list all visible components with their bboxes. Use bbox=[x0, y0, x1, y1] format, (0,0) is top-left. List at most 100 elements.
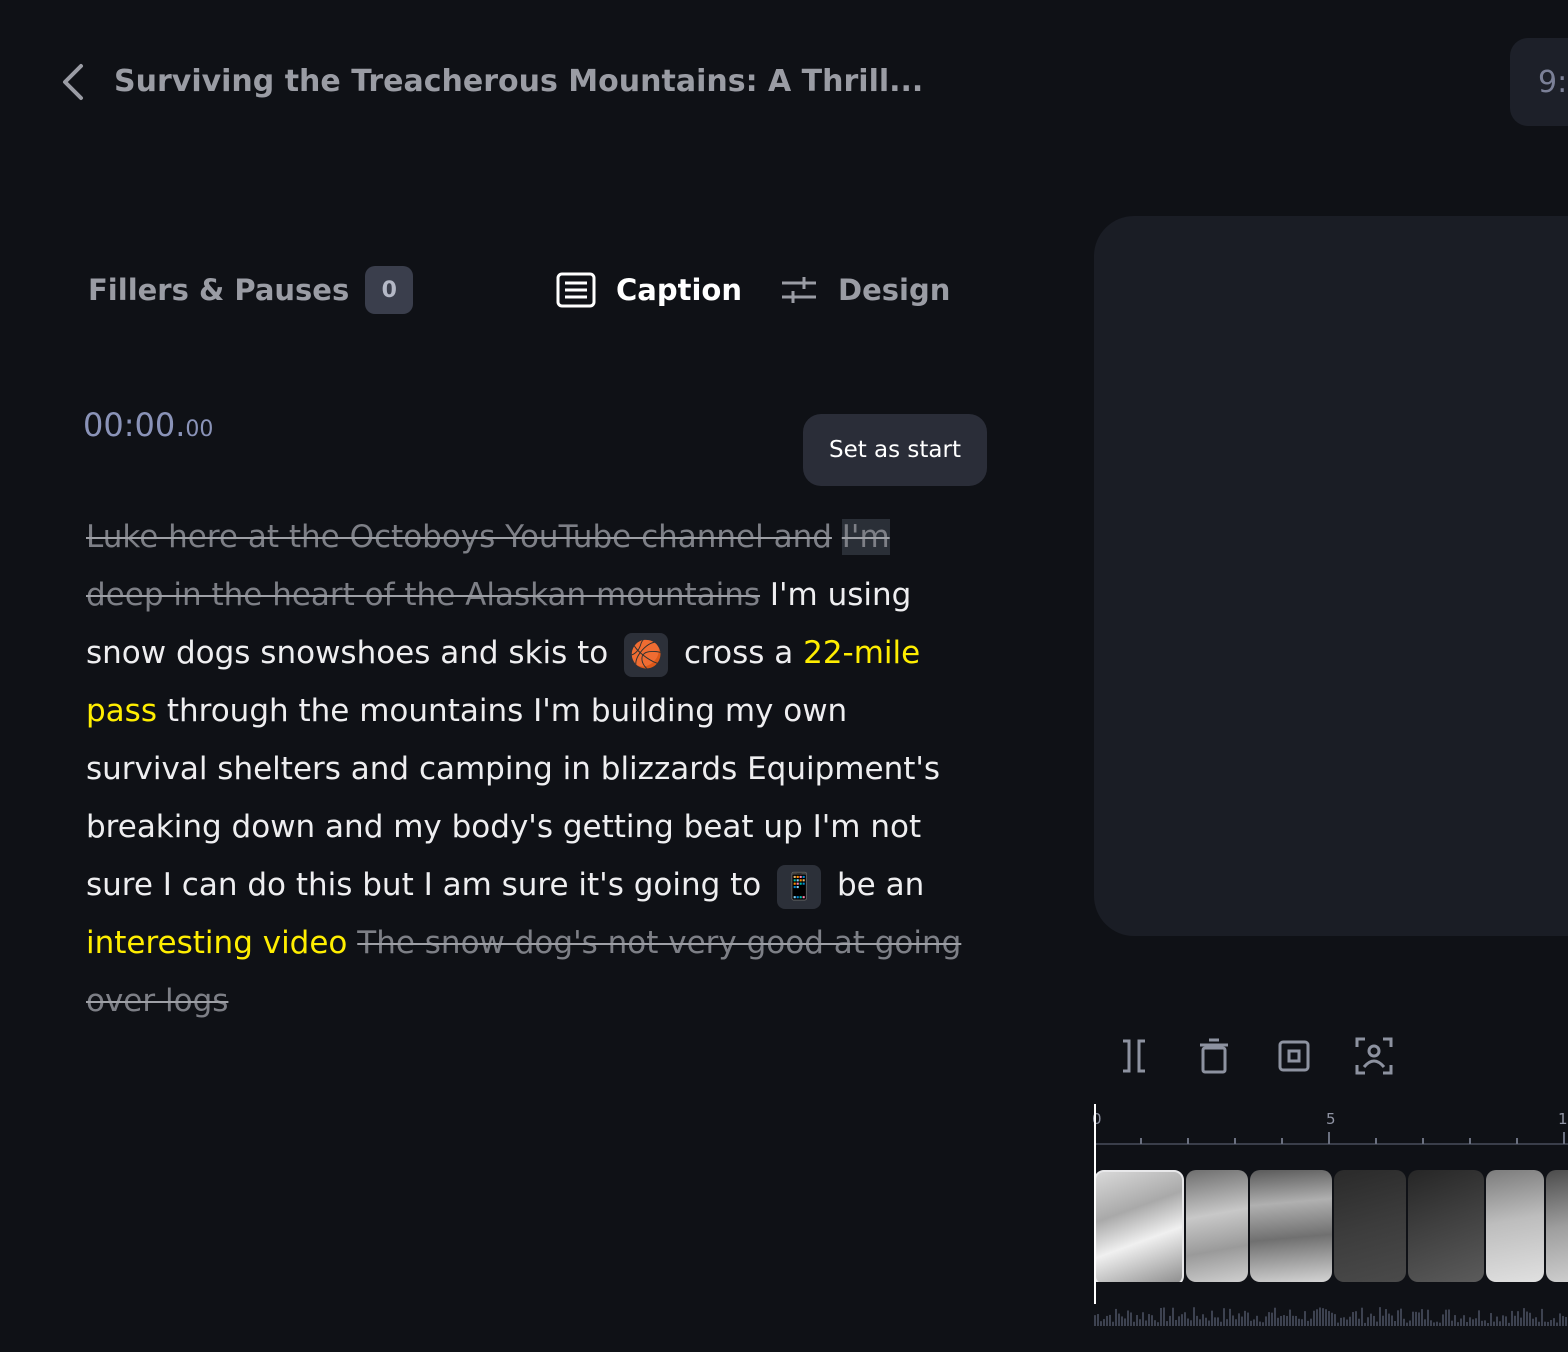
tab-caption[interactable]: Caption bbox=[556, 262, 742, 318]
waveform-bar bbox=[1484, 1320, 1486, 1326]
transcript-word-selected[interactable]: I'm bbox=[841, 519, 890, 555]
waveform-bar bbox=[1127, 1310, 1129, 1326]
waveform-bar bbox=[1247, 1312, 1249, 1326]
waveform-bar bbox=[1241, 1316, 1243, 1326]
phone-emoji-icon[interactable]: 📱 bbox=[777, 864, 822, 909]
crop-frame-icon bbox=[1278, 1040, 1310, 1072]
waveform-bar bbox=[1373, 1315, 1375, 1326]
waveform-bar bbox=[1106, 1315, 1108, 1326]
caption-icon bbox=[556, 272, 596, 308]
split-icon bbox=[1123, 1039, 1145, 1073]
delete-button[interactable] bbox=[1192, 1034, 1236, 1078]
waveform-bar bbox=[1118, 1313, 1120, 1326]
waveform-bar bbox=[1427, 1309, 1429, 1326]
waveform-bar bbox=[1190, 1320, 1192, 1326]
waveform-bar bbox=[1163, 1307, 1165, 1326]
transcript-segment[interactable]: Luke here at the Octoboys YouTube channe… bbox=[86, 519, 832, 555]
waveform-bar bbox=[1559, 1313, 1561, 1326]
back-button[interactable] bbox=[52, 60, 92, 104]
waveform-bar bbox=[1214, 1317, 1216, 1326]
waveform-bar bbox=[1493, 1321, 1495, 1326]
waveform-bar bbox=[1532, 1318, 1534, 1326]
basketball-emoji-icon[interactable]: 🏀 bbox=[624, 632, 669, 677]
waveform-bar bbox=[1322, 1308, 1324, 1326]
waveform-bar bbox=[1511, 1310, 1513, 1326]
waveform-bar bbox=[1391, 1315, 1393, 1326]
video-thumbnail[interactable] bbox=[1334, 1170, 1406, 1282]
video-thumbnail[interactable] bbox=[1250, 1170, 1332, 1282]
face-track-icon bbox=[1355, 1037, 1393, 1075]
waveform-bar bbox=[1334, 1314, 1336, 1326]
waveform-bar bbox=[1139, 1319, 1141, 1326]
video-preview[interactable] bbox=[1094, 216, 1568, 936]
ruler-label-10: 10 bbox=[1558, 1110, 1568, 1128]
waveform-bar bbox=[1487, 1322, 1489, 1326]
waveform-bar bbox=[1175, 1319, 1177, 1326]
transcript-segment[interactable]: cross a bbox=[684, 635, 793, 671]
waveform-bar bbox=[1439, 1322, 1441, 1326]
waveform-bar bbox=[1496, 1316, 1498, 1326]
waveform-bar bbox=[1196, 1315, 1198, 1326]
waveform-bar bbox=[1448, 1309, 1450, 1326]
waveform-bar bbox=[1244, 1310, 1246, 1326]
waveform-bar bbox=[1172, 1307, 1174, 1326]
waveform-bar bbox=[1565, 1316, 1567, 1326]
fillers-count-badge: 0 bbox=[365, 266, 414, 314]
crop-frame-button[interactable] bbox=[1272, 1034, 1316, 1078]
waveform-bar bbox=[1367, 1317, 1369, 1326]
waveform-bar bbox=[1508, 1322, 1510, 1326]
tab-fillers-pauses[interactable]: Fillers & Pauses 0 bbox=[88, 262, 414, 318]
video-thumbnail[interactable] bbox=[1546, 1170, 1568, 1282]
waveform-bar bbox=[1550, 1320, 1552, 1326]
waveform-bar bbox=[1178, 1316, 1180, 1326]
waveform-bar bbox=[1250, 1320, 1252, 1326]
waveform-bar bbox=[1289, 1309, 1291, 1326]
video-track[interactable] bbox=[1094, 1170, 1568, 1282]
waveform-bar bbox=[1094, 1315, 1096, 1326]
waveform-bar bbox=[1370, 1313, 1372, 1326]
video-thumbnail[interactable] bbox=[1408, 1170, 1484, 1282]
waveform-bar bbox=[1268, 1312, 1270, 1326]
waveform-bar bbox=[1394, 1320, 1396, 1326]
set-as-start-button[interactable]: Set as start bbox=[803, 414, 987, 486]
audio-waveform[interactable] bbox=[1094, 1298, 1568, 1328]
transcript-highlight[interactable]: interesting video bbox=[86, 925, 347, 961]
waveform-bar bbox=[1220, 1321, 1222, 1326]
waveform-bar bbox=[1316, 1309, 1318, 1326]
tab-design[interactable]: Design bbox=[780, 262, 950, 318]
waveform-bar bbox=[1307, 1320, 1309, 1326]
waveform-bar bbox=[1355, 1311, 1357, 1326]
waveform-bar bbox=[1337, 1322, 1339, 1326]
waveform-bar bbox=[1100, 1321, 1102, 1326]
waveform-bar bbox=[1538, 1321, 1540, 1326]
waveform-bar bbox=[1274, 1307, 1276, 1326]
waveform-bar bbox=[1478, 1310, 1480, 1326]
waveform-bar bbox=[1451, 1320, 1453, 1326]
waveform-bar bbox=[1424, 1319, 1426, 1326]
waveform-bar bbox=[1124, 1318, 1126, 1326]
playhead[interactable] bbox=[1094, 1104, 1096, 1304]
waveform-bar bbox=[1364, 1322, 1366, 1326]
video-thumbnail[interactable] bbox=[1486, 1170, 1544, 1282]
waveform-bar bbox=[1553, 1318, 1555, 1326]
waveform-bar bbox=[1310, 1318, 1312, 1326]
face-track-button[interactable] bbox=[1352, 1034, 1396, 1078]
video-thumbnail[interactable] bbox=[1186, 1170, 1248, 1282]
transcript[interactable]: Luke here at the Octoboys YouTube channe… bbox=[86, 508, 966, 1030]
transcript-segment[interactable]: be an bbox=[837, 867, 924, 903]
waveform-bar bbox=[1412, 1311, 1414, 1326]
aspect-ratio-button[interactable]: 9: bbox=[1510, 38, 1568, 126]
waveform-bar bbox=[1526, 1311, 1528, 1326]
waveform-bar bbox=[1460, 1318, 1462, 1326]
video-thumbnail-selected[interactable] bbox=[1094, 1170, 1184, 1282]
waveform-bar bbox=[1160, 1307, 1162, 1326]
waveform-bar bbox=[1286, 1315, 1288, 1326]
waveform-bar bbox=[1238, 1313, 1240, 1326]
project-title[interactable]: Surviving the Treacherous Mountains: A T… bbox=[114, 60, 923, 104]
split-button[interactable] bbox=[1112, 1034, 1156, 1078]
waveform-bar bbox=[1520, 1317, 1522, 1326]
waveform-bar bbox=[1328, 1311, 1330, 1326]
transcript-segment[interactable]: deep in the heart of the Alaskan mountai… bbox=[86, 577, 760, 613]
waveform-bar bbox=[1265, 1316, 1267, 1326]
tab-fillers-label: Fillers & Pauses bbox=[88, 273, 350, 307]
